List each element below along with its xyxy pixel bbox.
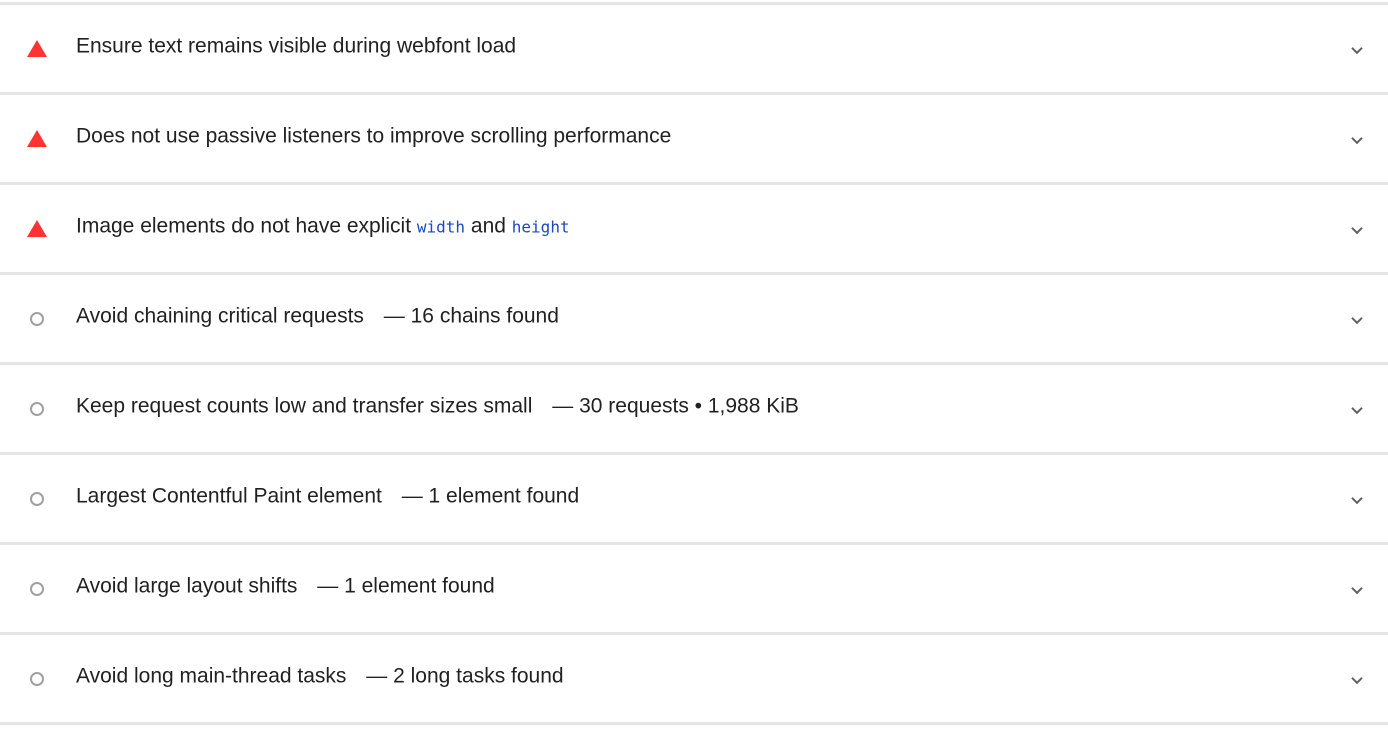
audit-item-resource-summary[interactable]: Keep request counts low and transfer siz… (0, 365, 1388, 455)
audit-separator: — (366, 664, 388, 688)
audit-title: Avoid large layout shifts — 1 element fo… (76, 574, 495, 598)
audit-item-layout-shifts[interactable]: Avoid large layout shifts — 1 element fo… (0, 545, 1388, 635)
audit-item-critical-request-chains[interactable]: Avoid chaining critical requests — 16 ch… (0, 275, 1388, 365)
chevron-down-icon[interactable] (1348, 401, 1366, 419)
code-width: width (416, 217, 466, 237)
audit-separator: — (401, 484, 423, 508)
fail-triangle-icon (27, 219, 47, 239)
audit-title-text: Avoid large layout shifts (76, 574, 298, 598)
fail-triangle-icon (27, 39, 47, 59)
audit-display-value: 30 requests • 1,988 KiB (579, 394, 799, 418)
informative-circle-icon (27, 309, 47, 329)
chevron-down-icon[interactable] (1348, 41, 1366, 59)
chevron-down-icon[interactable] (1348, 671, 1366, 689)
audit-display-value: 1 element found (428, 484, 580, 508)
chevron-down-icon[interactable] (1348, 221, 1366, 239)
informative-circle-icon (27, 669, 47, 689)
audit-title: Keep request counts low and transfer siz… (76, 394, 799, 418)
audit-title-text: Keep request counts low and transfer siz… (76, 394, 533, 418)
audit-title: Does not use passive listeners to improv… (76, 124, 672, 148)
audit-display-value: 1 element found (344, 574, 495, 598)
audit-item-unsized-images[interactable]: Image elements do not have explicit widt… (0, 185, 1388, 275)
audit-title-mid: and (470, 214, 506, 238)
audit-item-lcp-element[interactable]: Largest Contentful Paint element — 1 ele… (0, 455, 1388, 545)
audit-separator: — (317, 574, 339, 598)
audit-title-text: Avoid chaining critical requests (76, 304, 364, 328)
audit-title: Avoid long main-thread tasks — 2 long ta… (76, 664, 564, 688)
audit-separator: — (552, 394, 574, 418)
chevron-down-icon[interactable] (1348, 311, 1366, 329)
chevron-down-icon[interactable] (1348, 581, 1366, 599)
audit-display-value: 16 chains found (410, 304, 559, 328)
audit-title-prefix: Image elements do not have explicit (76, 214, 412, 238)
informative-circle-icon (27, 489, 47, 509)
fail-triangle-icon (27, 129, 47, 149)
informative-circle-icon (27, 579, 47, 599)
audit-title-text: Avoid long main-thread tasks (76, 664, 347, 688)
audit-title: Ensure text remains visible during webfo… (76, 34, 517, 58)
audit-title: Avoid chaining critical requests — 16 ch… (76, 304, 559, 328)
audit-separator: — (383, 304, 405, 328)
code-height: height (511, 217, 570, 237)
audit-display-value: 2 long tasks found (393, 664, 564, 688)
audit-item-passive-listeners[interactable]: Does not use passive listeners to improv… (0, 95, 1388, 185)
audit-item-font-display[interactable]: Ensure text remains visible during webfo… (0, 5, 1388, 95)
audit-item-long-tasks[interactable]: Avoid long main-thread tasks — 2 long ta… (0, 635, 1388, 725)
audit-title: Image elements do not have explicit widt… (76, 214, 570, 238)
audit-title-text: Largest Contentful Paint element (76, 484, 382, 508)
informative-circle-icon (27, 399, 47, 419)
chevron-down-icon[interactable] (1348, 131, 1366, 149)
chevron-down-icon[interactable] (1348, 491, 1366, 509)
audit-title: Largest Contentful Paint element — 1 ele… (76, 484, 579, 508)
audit-list: Ensure text remains visible during webfo… (0, 2, 1388, 725)
